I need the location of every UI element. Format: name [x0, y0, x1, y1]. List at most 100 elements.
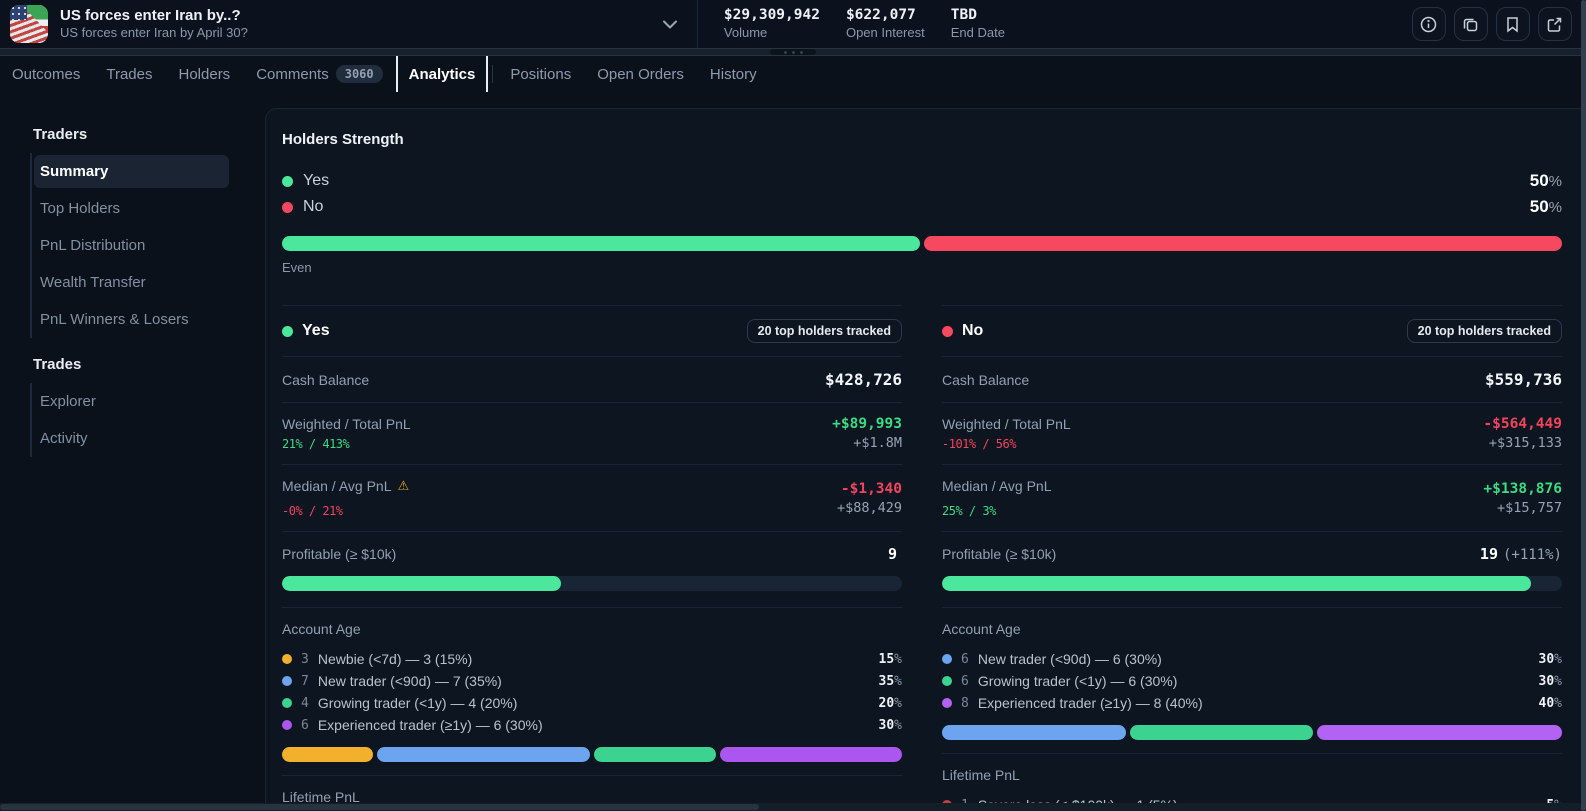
account-age-bar-segment	[1317, 725, 1562, 740]
tab-analytics[interactable]: Analytics	[396, 56, 489, 92]
stat-block: TBD End Date	[951, 6, 1005, 42]
stat-label: Volume	[724, 25, 820, 42]
legend-pct: 20%	[879, 695, 902, 711]
yes-bar-segment	[282, 236, 920, 251]
no-dot	[282, 202, 293, 213]
stat-label: End Date	[951, 25, 1005, 42]
tab-outcomes[interactable]: Outcomes	[12, 56, 93, 92]
comments-count-badge: 3060	[336, 65, 383, 83]
sidebar-item[interactable]: Explorer	[34, 385, 229, 418]
legend-label: New trader (<90d) — 7 (35%)	[318, 673, 502, 689]
bookmark-button[interactable]	[1496, 7, 1530, 41]
tab-holders[interactable]: Holders	[166, 56, 244, 92]
stat-label: Weighted / Total PnL	[942, 416, 1071, 432]
profitable-progress-fill	[282, 576, 561, 591]
market-header: US forces enter Iran by..? US forces ent…	[0, 0, 1586, 48]
sidebar-item[interactable]: PnL Distribution	[34, 229, 229, 262]
strength-note: Even	[282, 260, 1562, 275]
weighted-pnl-value: -$564,449	[1483, 416, 1562, 432]
tab-label: Outcomes	[12, 66, 80, 83]
sidebar-section-traders: Traders	[0, 118, 265, 153]
legend-count: 8	[961, 696, 969, 711]
account-age-bar-segment	[594, 747, 716, 762]
legend-row: 7 New trader (<90d) — 7 (35%) 35%	[282, 670, 902, 692]
category-dot	[282, 676, 292, 686]
holders-strength-title: Holders Strength	[282, 131, 1562, 148]
vertical-scrollbar[interactable]	[1581, 0, 1586, 811]
median-pnl-secondary: +$88,429	[837, 500, 902, 516]
legend-label: Experienced trader (≥1y) — 6 (30%)	[318, 717, 543, 733]
header-resize-strip	[0, 48, 1586, 56]
legend-label: Growing trader (<1y) — 6 (30%)	[978, 673, 1178, 689]
tab-label: Holders	[179, 66, 231, 83]
account-age-bar	[942, 725, 1562, 740]
profitable-progress-bar	[282, 576, 902, 591]
outcome-name: Yes	[302, 322, 330, 340]
category-dot	[942, 698, 952, 708]
stat-label: Profitable (≥ $10k)	[942, 546, 1056, 562]
sidebar-item-label: Wealth Transfer	[40, 274, 146, 291]
sidebar-item-label: PnL Winners & Losers	[40, 311, 189, 328]
horizontal-scrollbar-thumb[interactable]	[0, 804, 759, 810]
legend-count: 6	[961, 652, 969, 667]
tab-comments[interactable]: Comments 3060	[243, 56, 395, 92]
stat-label: Median / Avg PnL	[942, 478, 1051, 494]
market-tabs: Outcomes Trades Holders Comments 3060 An…	[0, 56, 1586, 92]
market-titles: US forces enter Iran by..? US forces ent…	[60, 7, 248, 42]
sidebar-item-label: PnL Distribution	[40, 237, 145, 254]
sidebar-item-label: Activity	[40, 430, 88, 447]
horizontal-scrollbar[interactable]	[0, 803, 1581, 811]
category-dot	[942, 676, 952, 686]
tab-history[interactable]: History	[697, 56, 770, 92]
sidebar-section-trades: Trades	[0, 348, 265, 383]
tab-label: History	[710, 66, 757, 83]
market-stats: $29,309,942 Volume $622,077 Open Interes…	[697, 0, 1005, 48]
tab-label: Open Orders	[597, 66, 684, 83]
tab-positions[interactable]: Positions	[497, 56, 584, 92]
stat-value: $29,309,942	[724, 6, 820, 25]
trades-nav: Explorer Activity	[30, 383, 265, 457]
tab-trades[interactable]: Trades	[93, 56, 165, 92]
sidebar-item-label: Summary	[40, 163, 108, 180]
resize-handle[interactable]	[770, 49, 816, 55]
chevron-down-icon[interactable]	[655, 9, 685, 39]
median-pnl-secondary: +$15,757	[1497, 500, 1562, 516]
strength-value-yes: 50%	[1530, 171, 1562, 191]
legend-row: 6 New trader (<90d) — 6 (30%) 30%	[942, 648, 1562, 670]
legend-count: 7	[301, 674, 309, 689]
account-age-bar-segment	[282, 747, 373, 762]
info-button[interactable]	[1412, 7, 1446, 41]
median-pnl-sub: -0% / 21%	[282, 504, 409, 518]
account-age-legend: 3 Newbie (<7d) — 3 (15%) 15% 7 New trade…	[282, 648, 902, 736]
median-pnl-value: -$1,340	[841, 481, 902, 497]
no-bar-segment	[924, 236, 1562, 251]
legend-pct: 40%	[1539, 695, 1562, 711]
outcome-columns: Yes 20 top holders tracked Cash Balance …	[282, 305, 1562, 811]
legend-count: 6	[961, 674, 969, 689]
sidebar-item[interactable]: Wealth Transfer	[34, 266, 229, 299]
sidebar-item[interactable]: Activity	[34, 422, 229, 455]
sidebar-item[interactable]: Summary	[34, 155, 229, 188]
stat-value: TBD	[951, 6, 1005, 25]
cash-balance-value: $559,736	[1485, 370, 1562, 389]
sidebar-item-label: Top Holders	[40, 200, 120, 217]
tab-open-orders[interactable]: Open Orders	[584, 56, 697, 92]
sidebar-item[interactable]: Top Holders	[34, 192, 229, 225]
legend-row: 8 Experienced trader (≥1y) — 8 (40%) 40%	[942, 692, 1562, 714]
outcome-column-no: No 20 top holders tracked Cash Balance $…	[942, 305, 1562, 811]
median-pnl-row: Median / Avg PnL ⚠ -0% / 21% -$1,340 +$8…	[282, 464, 902, 531]
yes-dot	[282, 326, 293, 337]
copy-button[interactable]	[1454, 7, 1488, 41]
weighted-pnl-sub: 21% / 413%	[282, 437, 411, 451]
external-link-button[interactable]	[1538, 7, 1572, 41]
stat-block: $622,077 Open Interest	[846, 6, 925, 42]
outcome-name: No	[962, 322, 983, 340]
weighted-pnl-row: Weighted / Total PnL -101% / 56% -$564,4…	[942, 402, 1562, 464]
sidebar-item[interactable]: PnL Winners & Losers	[34, 303, 229, 336]
account-age-legend: 6 New trader (<90d) — 6 (30%) 30% 6 Grow…	[942, 648, 1562, 714]
category-dot	[282, 698, 292, 708]
strength-row-no: No 50%	[282, 194, 1562, 220]
column-header: Yes 20 top holders tracked	[282, 305, 902, 356]
stat-label: Median / Avg PnL	[282, 478, 391, 494]
analytics-sidebar: Traders Summary Top Holders PnL Distribu…	[0, 92, 265, 811]
